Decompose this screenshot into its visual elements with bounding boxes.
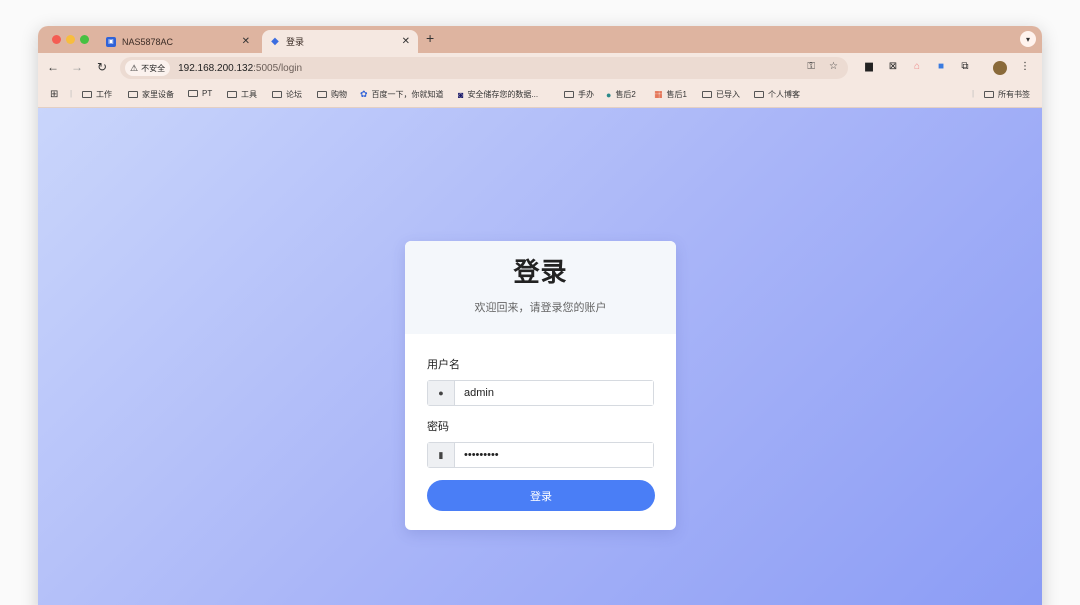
avatar[interactable]: [993, 61, 1007, 75]
folder-icon: [188, 90, 198, 97]
all-bookmarks-folder[interactable]: 所有书签: [984, 89, 1030, 100]
page-title: 登录: [513, 257, 568, 287]
extension-icon[interactable]: ⌂: [910, 61, 924, 75]
password-input[interactable]: [455, 443, 653, 467]
close-tab-icon[interactable]: ✕: [402, 36, 410, 47]
username-group: ●: [427, 380, 654, 406]
address-bar[interactable]: ⚠ 不安全 192.168.200.132:5005/login ⚿ ☆: [120, 57, 848, 79]
reload-icon[interactable]: ↻: [94, 60, 110, 74]
folder-icon: [702, 91, 712, 98]
warning-icon: ⚠: [130, 62, 139, 73]
folder-icon: [227, 91, 237, 98]
tab-search-button[interactable]: ▾: [1020, 31, 1036, 47]
app-icon: ◆: [271, 36, 279, 47]
folder-icon: [754, 91, 764, 98]
bookmark-label: 家里设备: [142, 90, 174, 99]
folder-icon: [272, 91, 282, 98]
password-label: 密码: [427, 421, 449, 433]
user-icon: ●: [428, 381, 455, 405]
security-chip[interactable]: ⚠ 不安全: [125, 60, 171, 76]
login-card-header: 登录 欢迎回来，请登录您的账户: [405, 241, 676, 334]
url-host: 192.168.200.132: [178, 62, 254, 74]
bookmark-folder[interactable]: 个人博客: [754, 89, 800, 100]
login-button[interactable]: 登录: [427, 480, 655, 511]
forward-icon[interactable]: →: [69, 60, 85, 74]
bookmark-folder[interactable]: 购物: [317, 89, 347, 100]
folder-icon: [317, 91, 327, 98]
folder-icon: [984, 91, 994, 98]
page-background: 登录 欢迎回来，请登录您的账户 用户名 ● 密码 ▮ 登录: [38, 108, 1042, 605]
bookmark-link[interactable]: ● 售后2: [606, 89, 636, 100]
lock-icon: ▮: [428, 443, 455, 467]
bookmark-link[interactable]: ▦ 售后1: [654, 89, 687, 100]
key-icon[interactable]: ⚿: [807, 61, 815, 72]
bookmark-label: 售后1: [666, 90, 687, 99]
bookmark-label: 所有书签: [998, 90, 1030, 99]
bookmark-label: PT: [202, 89, 213, 98]
folder-icon: [564, 91, 574, 98]
login-form: 用户名 ● 密码 ▮ 登录: [405, 334, 676, 511]
star-icon[interactable]: ☆: [829, 61, 838, 72]
new-tab-button[interactable]: +: [426, 30, 434, 46]
browser-window: ▣ NAS5878AC ✕ ◆ 登录 ✕ + ▾ ← → ↻ ⚠ 不安全 192…: [38, 26, 1042, 605]
extension-icon[interactable]: ▆: [862, 61, 876, 75]
bookmarks-bar: ⊞ | 工作 家里设备 PT 工具 论坛 购物 ✿ 百度一下，你就知道 ◙ 安全储存…: [38, 83, 1042, 108]
tab-login[interactable]: ◆ 登录 ✕: [262, 30, 418, 53]
separator: |: [70, 89, 73, 98]
tab-title: 登录: [286, 37, 305, 47]
bookmark-folder[interactable]: 已导入: [702, 89, 740, 100]
url-path: :5005/login: [253, 62, 303, 74]
bookmark-link[interactable]: ✿ 百度一下，你就知道: [360, 89, 444, 100]
bookmark-folder[interactable]: 工具: [227, 89, 257, 100]
bookmark-label: 购物: [331, 90, 347, 99]
bookmark-link[interactable]: ◙ 安全储存您的数据...: [458, 89, 538, 100]
more-menu-icon[interactable]: ⋮: [1018, 61, 1032, 75]
security-label: 不安全: [141, 63, 166, 73]
username-input[interactable]: [455, 381, 653, 405]
close-tab-icon[interactable]: ✕: [242, 36, 250, 47]
minimize-window-button[interactable]: [66, 35, 75, 44]
close-window-button[interactable]: [52, 35, 61, 44]
bookmark-label: 售后2: [615, 90, 636, 99]
bookmark-label: 安全储存您的数据...: [467, 90, 539, 99]
bookmark-label: 已导入: [716, 90, 740, 99]
bookmark-label: 论坛: [286, 90, 302, 99]
password-group: ▮: [427, 442, 654, 468]
bookmark-folder[interactable]: 论坛: [272, 89, 302, 100]
tab-bar: ▣ NAS5878AC ✕ ◆ 登录 ✕ + ▾: [38, 26, 1042, 53]
folder-icon: [128, 91, 138, 98]
maximize-window-button[interactable]: [80, 35, 89, 44]
extension-icon[interactable]: ⊠: [886, 61, 900, 75]
bookmark-label: 工具: [241, 90, 257, 99]
support-icon: ●: [606, 89, 612, 100]
extension-icon[interactable]: ■: [934, 61, 948, 75]
baidu-icon: ✿: [360, 89, 368, 99]
folder-icon: [82, 91, 92, 98]
nas-icon: ▣: [106, 36, 116, 47]
tab-nas[interactable]: ▣ NAS5878AC ✕: [98, 30, 258, 53]
bookmark-label: 手办: [578, 90, 594, 99]
login-card: 登录 欢迎回来，请登录您的账户 用户名 ● 密码 ▮ 登录: [405, 241, 676, 530]
tab-title: NAS5878AC: [122, 36, 174, 47]
separator: |: [972, 89, 975, 98]
windows-icon: ▦: [654, 89, 663, 99]
apps-grid-icon[interactable]: ⊞: [50, 89, 58, 100]
username-label: 用户名: [427, 359, 460, 371]
bookmark-label: 百度一下，你就知道: [371, 90, 444, 99]
storage-icon: ◙: [458, 89, 464, 100]
bookmark-folder[interactable]: 手办: [564, 89, 594, 100]
page-subtitle: 欢迎回来，请登录您的账户: [474, 302, 607, 314]
puzzle-icon[interactable]: ⧉: [958, 61, 972, 75]
bookmark-folder[interactable]: 家里设备: [128, 89, 174, 100]
browser-toolbar: ← → ↻ ⚠ 不安全 192.168.200.132:5005/login ⚿…: [38, 53, 1042, 83]
back-icon[interactable]: ←: [45, 60, 61, 74]
bookmark-folder[interactable]: 工作: [82, 89, 112, 100]
bookmark-folder[interactable]: PT: [188, 89, 212, 98]
bookmark-label: 工作: [96, 90, 112, 99]
bookmark-label: 个人博客: [768, 90, 800, 99]
